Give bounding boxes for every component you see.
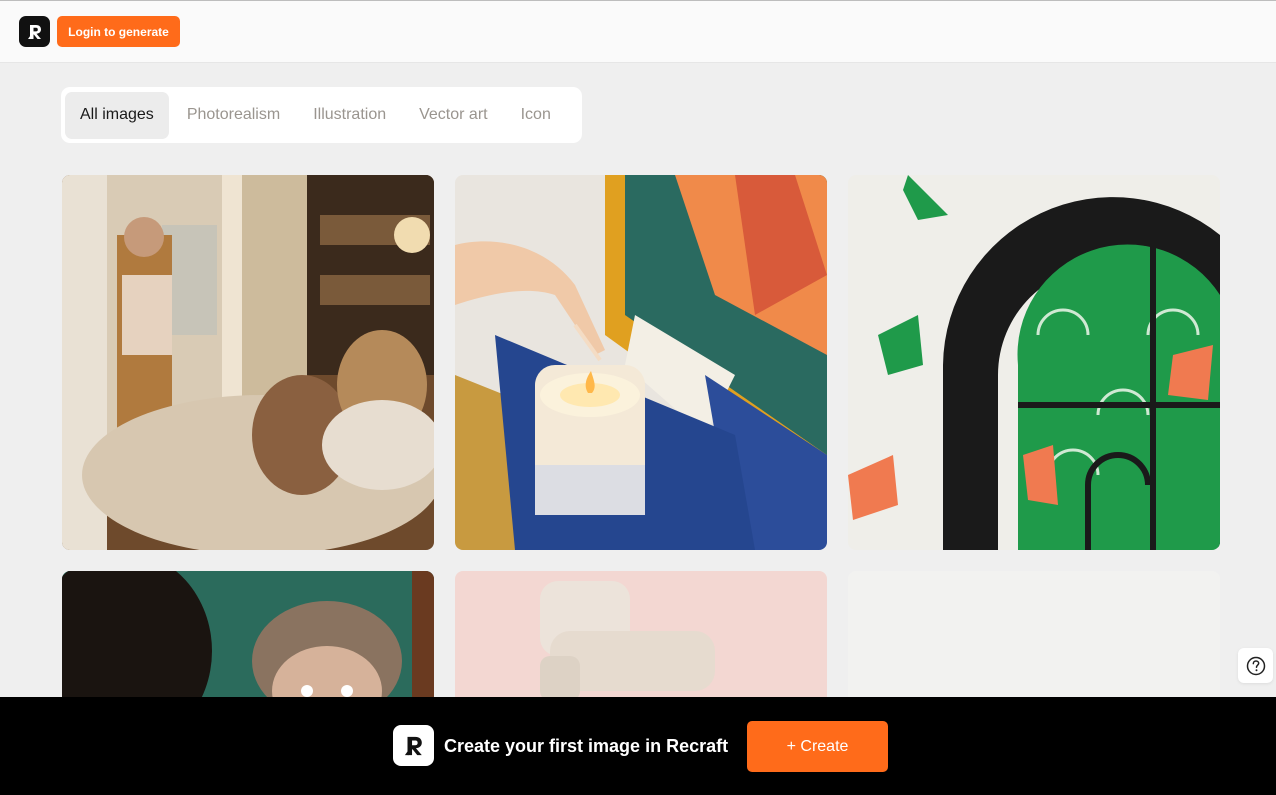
gallery-image-lounge-chair[interactable]	[455, 571, 827, 711]
banner-text: Create your first image in Recraft	[444, 736, 729, 756]
help-button[interactable]	[1238, 648, 1273, 683]
surprised-woman-photo	[62, 571, 434, 711]
recraft-logo-glyph	[404, 736, 422, 755]
tab-photorealism[interactable]: Photorealism	[172, 92, 295, 139]
tab-icon[interactable]: Icon	[506, 92, 566, 139]
woman-in-doorway-photo	[62, 175, 434, 550]
help-icon	[1246, 656, 1265, 675]
category-tabs: All images Photorealism Illustration Vec…	[61, 87, 582, 143]
gallery-image-woman-in-doorway[interactable]	[62, 175, 434, 550]
white-wall-photo	[848, 571, 1220, 711]
create-button[interactable]: + Create	[747, 721, 888, 772]
lounge-chair-photo	[455, 571, 827, 711]
tab-all-images[interactable]: All images	[65, 91, 169, 139]
login-to-generate-button[interactable]: Login to generate	[57, 16, 180, 47]
recraft-logo-icon	[393, 725, 434, 766]
gallery-image-white-wall[interactable]	[848, 571, 1220, 711]
gallery-image-surprised-woman[interactable]	[62, 571, 434, 711]
top-bar: Login to generate	[0, 0, 1276, 63]
lighting-candle-photo	[455, 175, 827, 550]
gallery-image-arched-window[interactable]	[848, 175, 1220, 550]
recraft-logo-glyph	[27, 24, 41, 39]
tab-illustration[interactable]: Illustration	[298, 92, 401, 139]
recraft-logo-icon[interactable]	[19, 16, 50, 47]
tab-vector-art[interactable]: Vector art	[404, 92, 502, 139]
gallery-image-lighting-candle[interactable]	[455, 175, 827, 550]
arched-window-illustration	[848, 175, 1220, 550]
signup-banner: Create your first image in Recraft + Cre…	[0, 697, 1276, 795]
